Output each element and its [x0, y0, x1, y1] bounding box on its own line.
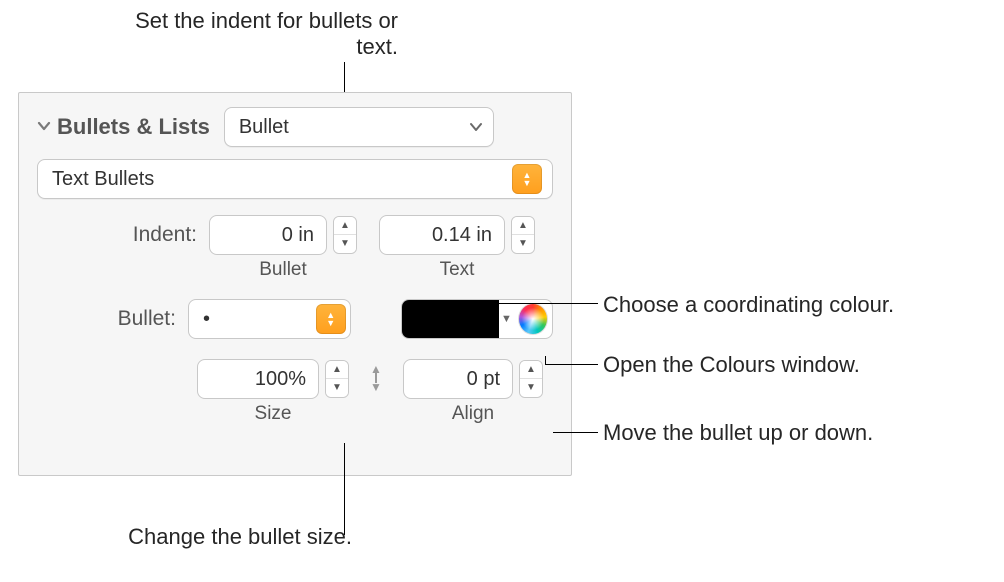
section-title: Bullets & Lists — [57, 114, 210, 140]
indent-text-field[interactable]: 0.14 in — [379, 215, 505, 255]
leader-change-size — [344, 443, 345, 535]
align-field[interactable]: 0 pt — [403, 359, 513, 399]
callout-coord-colour: Choose a coordinating colour. — [603, 292, 894, 317]
stepper-down-icon[interactable]: ▼ — [326, 379, 348, 397]
indent-text-sublabel: Text — [440, 259, 475, 281]
list-style-popup[interactable]: Bullet — [224, 107, 494, 147]
align-stepper[interactable]: ▲ ▼ — [519, 360, 543, 398]
chevron-down-icon[interactable]: ▼ — [499, 313, 514, 325]
stepper-up-icon[interactable]: ▲ — [326, 361, 348, 379]
bullet-label: Bullet: — [37, 307, 176, 331]
callout-open-colours: Open the Colours window. — [603, 352, 860, 377]
align-sublabel: Align — [452, 403, 494, 425]
size-field[interactable]: 100% — [197, 359, 319, 399]
indent-label: Indent: — [37, 215, 197, 247]
bullet-char-value: • — [203, 308, 210, 331]
chevron-down-icon — [37, 119, 51, 133]
callout-move-bullet: Move the bullet up or down. — [603, 420, 873, 445]
leader-coord-colour-drop — [468, 303, 469, 321]
size-sublabel: Size — [255, 403, 292, 425]
callout-indent-text: Set the indent for bullets or text. — [135, 8, 398, 59]
indent-bullet-field[interactable]: 0 in — [209, 215, 327, 255]
stepper-down-icon[interactable]: ▼ — [334, 235, 356, 253]
stepper-up-icon[interactable]: ▲ — [512, 217, 534, 235]
size-stepper[interactable]: ▲ ▼ — [325, 360, 349, 398]
list-style-value: Bullet — [239, 116, 289, 139]
chevron-down-icon — [469, 120, 483, 134]
bullet-char-popup[interactable]: • ▲▼ — [188, 299, 351, 339]
bullet-type-popup[interactable]: Text Bullets ▲▼ — [37, 159, 553, 199]
color-wheel-button[interactable] — [518, 303, 548, 335]
popup-handle-icon: ▲▼ — [512, 164, 542, 194]
vertical-align-icon: ▲▼ — [363, 365, 389, 391]
bullet-color-control: ▼ — [401, 299, 553, 339]
leader-move-bullet — [553, 432, 598, 433]
stepper-up-icon[interactable]: ▲ — [334, 217, 356, 235]
stepper-down-icon[interactable]: ▼ — [512, 235, 534, 253]
leader-open-colours — [545, 364, 598, 365]
indent-bullet-sublabel: Bullet — [259, 259, 307, 281]
leader-coord-colour — [468, 303, 598, 304]
callout-change-size: Change the bullet size. — [128, 524, 352, 549]
indent-bullet-stepper[interactable]: ▲ ▼ — [333, 216, 357, 254]
bullet-type-value: Text Bullets — [52, 168, 154, 191]
disclosure-toggle[interactable] — [37, 119, 57, 133]
bullets-lists-panel: Bullets & Lists Bullet Text Bullets ▲▼ I… — [18, 92, 572, 476]
indent-text-stepper[interactable]: ▲ ▼ — [511, 216, 535, 254]
stepper-up-icon[interactable]: ▲ — [520, 361, 542, 379]
popup-handle-icon: ▲▼ — [316, 304, 346, 334]
leader-open-colours-drop — [545, 356, 546, 364]
stepper-down-icon[interactable]: ▼ — [520, 379, 542, 397]
color-swatch[interactable] — [402, 300, 499, 338]
